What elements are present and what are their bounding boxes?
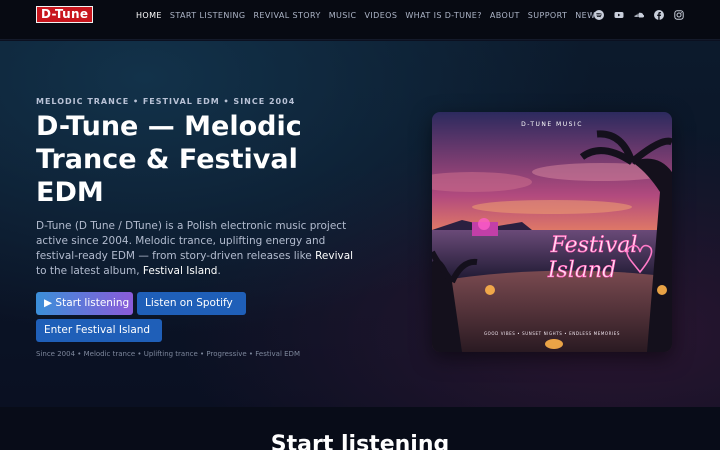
nav-item-what-is-dtune[interactable]: WHAT IS D-TUNE? (405, 11, 482, 20)
start-listening-section: Start listening (0, 407, 720, 450)
social-links (594, 10, 684, 20)
festival-island-link[interactable]: Festival Island (143, 265, 218, 277)
nav-item-videos[interactable]: VIDEOS (365, 11, 398, 20)
hero-desc-text-3: . (217, 265, 221, 277)
album-cover-festival-island[interactable]: Festival Island D-TUNE MUSIC GOOD VIBES … (432, 112, 672, 352)
album-footer-text: GOOD VIBES • SUNSET NIGHTS • ENDLESS MEM… (484, 331, 620, 336)
nav-item-music[interactable]: MUSIC (329, 11, 357, 20)
nav-item-revival-story[interactable]: REVIVAL STORY (253, 11, 320, 20)
facebook-icon[interactable] (654, 10, 664, 20)
nav-item-home[interactable]: HOME (136, 11, 162, 20)
hero-desc-text-2: to the latest album, (36, 265, 143, 277)
hero-section: MELODIC TRANCE • FESTIVAL EDM • SINCE 20… (0, 41, 720, 407)
brand-logo[interactable]: D-Tune (36, 6, 94, 23)
enter-festival-island-button[interactable]: Enter Festival Island (36, 319, 162, 342)
revival-link[interactable]: Revival (315, 250, 353, 262)
top-navbar: D-Tune HOME START LISTENING REVIVAL STOR… (0, 0, 720, 40)
hero-description: D-Tune (D Tune / DTune) is a Polish elec… (36, 219, 366, 279)
listen-on-spotify-button[interactable]: Listen on Spotify (137, 292, 246, 315)
nav-item-about[interactable]: ABOUT (490, 11, 520, 20)
hero-desc-text-1: D-Tune (D Tune / DTune) is a Polish elec… (36, 220, 347, 262)
soundcloud-icon[interactable] (634, 10, 644, 20)
nav-item-support[interactable]: SUPPORT (528, 11, 568, 20)
start-listening-button[interactable]: ▶ Start listening (36, 292, 133, 315)
album-label-top: D-TUNE MUSIC (521, 121, 583, 128)
youtube-icon[interactable] (614, 10, 624, 20)
instagram-icon[interactable] (674, 10, 684, 20)
main-menu: HOME START LISTENING REVIVAL STORY MUSIC… (136, 11, 601, 20)
neon-sign-festival: Festival (550, 233, 638, 258)
page-title: D-Tune — Melodic Trance & Festival EDM (36, 111, 302, 208)
neon-sign-island: Island (547, 258, 616, 283)
hero-kicker: MELODIC TRANCE • FESTIVAL EDM • SINCE 20… (36, 97, 296, 106)
genre-meta: Since 2004 • Melodic trance • Uplifting … (36, 350, 300, 358)
section-title-start-listening: Start listening (270, 432, 450, 450)
spotify-icon[interactable] (594, 10, 604, 20)
nav-item-start-listening[interactable]: START LISTENING (170, 11, 246, 20)
